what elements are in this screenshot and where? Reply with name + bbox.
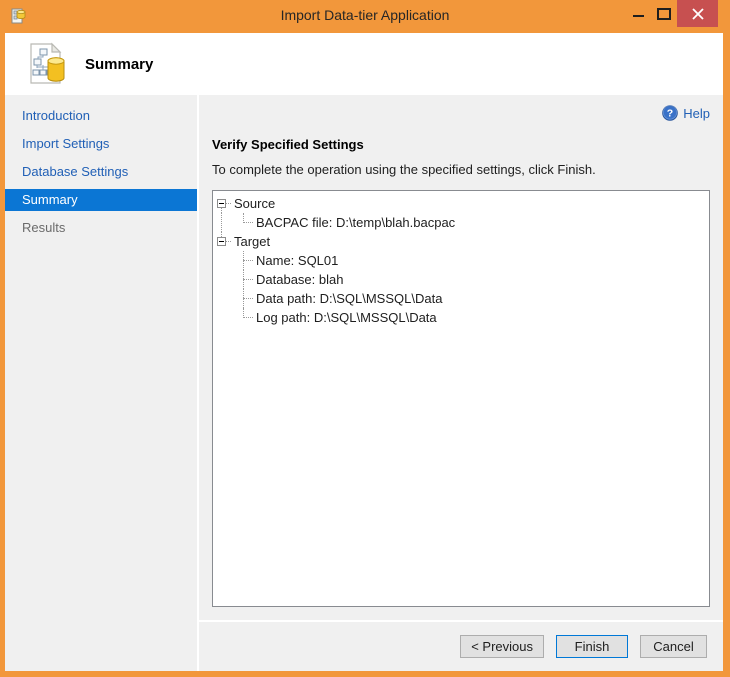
dialog-frame: Summary Introduction Import Settings Datab… [5, 33, 723, 671]
close-button[interactable] [677, 0, 718, 27]
tree-item-label: Name: SQL01 [213, 253, 338, 268]
svg-text:?: ? [667, 108, 673, 120]
tree-item-log-path[interactable]: Log path: D:\SQL\MSSQL\Data [213, 308, 709, 327]
summary-content-pane: ? Help Verify Specified Settings To comp… [199, 95, 723, 620]
sidebar-item-import-settings[interactable]: Import Settings [5, 133, 197, 155]
tree-item-label: Database: blah [213, 272, 343, 287]
close-icon [692, 8, 704, 20]
verify-settings-heading: Verify Specified Settings [212, 137, 710, 152]
sidebar-item-database-settings[interactable]: Database Settings [5, 161, 197, 183]
summary-tree[interactable]: SourceBACPAC file: D:\temp\blah.bacpacTa… [212, 190, 710, 607]
previous-button[interactable]: < Previous [460, 635, 544, 658]
tree-item-target[interactable]: Target [213, 232, 709, 251]
sidebar-item-introduction[interactable]: Introduction [5, 105, 197, 127]
tree-connector [243, 222, 253, 223]
tree-connector [226, 203, 231, 204]
cancel-button[interactable]: Cancel [640, 635, 707, 658]
tree-item-bacpac-file[interactable]: BACPAC file: D:\temp\blah.bacpac [213, 213, 709, 232]
tree-connector [226, 241, 231, 242]
app-icon [10, 8, 28, 26]
tree-connector [243, 298, 253, 299]
help-icon: ? [662, 105, 678, 121]
window-title: Import Data-tier Application [0, 0, 730, 33]
tree-connector [221, 213, 222, 232]
wizard-header: Summary [5, 33, 723, 95]
summary-page-icon [23, 41, 69, 87]
collapse-minus-icon[interactable] [217, 199, 226, 208]
footer-button-bar: < Previous Finish Cancel [199, 620, 723, 671]
tree-item-database[interactable]: Database: blah [213, 270, 709, 289]
finish-button[interactable]: Finish [556, 635, 628, 658]
tree-item-data-path[interactable]: Data path: D:\SQL\MSSQL\Data [213, 289, 709, 308]
tree-connector [243, 317, 253, 318]
minimize-button[interactable] [625, 0, 651, 27]
tree-item-name[interactable]: Name: SQL01 [213, 251, 709, 270]
instruction-text: To complete the operation using the spec… [212, 162, 710, 177]
title-bar[interactable]: Import Data-tier Application [0, 0, 730, 33]
tree-item-source[interactable]: Source [213, 194, 709, 213]
collapse-minus-icon[interactable] [217, 237, 226, 246]
page-title: Summary [85, 56, 153, 73]
maximize-button[interactable] [651, 0, 677, 27]
help-row: ? Help [212, 104, 710, 122]
minimize-icon [633, 15, 644, 17]
sidebar-item-summary[interactable]: Summary [5, 189, 197, 211]
content-column: ? Help Verify Specified Settings To comp… [199, 95, 723, 671]
sidebar-item-results: Results [5, 217, 197, 239]
help-link[interactable]: Help [683, 106, 710, 121]
maximize-icon [657, 8, 671, 20]
wizard-steps-sidebar: Introduction Import Settings Database Sett… [5, 95, 199, 671]
tree-connector [243, 279, 253, 280]
import-data-tier-application-dialog: Import Data-tier Application [0, 0, 730, 677]
tree-connector [243, 260, 253, 261]
